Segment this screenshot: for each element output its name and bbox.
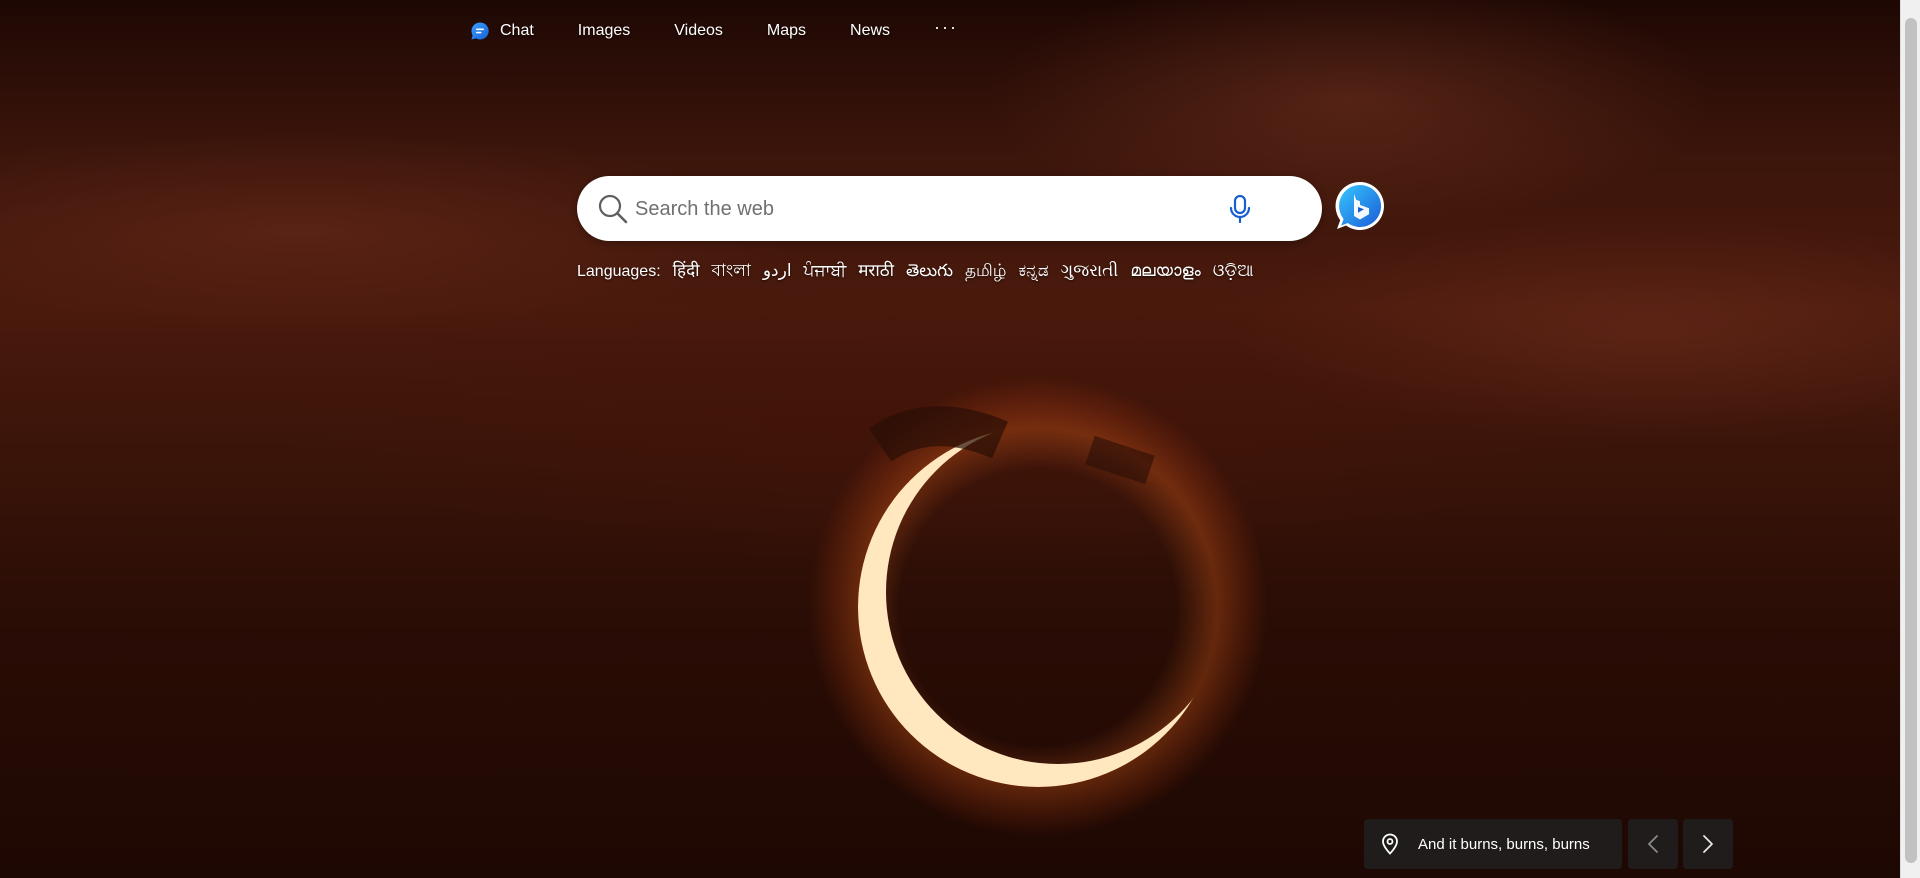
chat-bubble-icon <box>471 22 489 40</box>
image-caption-bar: And it burns, burns, burns <box>1364 819 1733 869</box>
scrollbar-thumb[interactable] <box>1905 18 1917 863</box>
language-link-odia[interactable]: ଓଡ଼ିଆ <box>1213 261 1254 281</box>
language-link-telugu[interactable]: తెలుగు <box>906 261 953 285</box>
language-link-gujarati[interactable]: ગુજરાતી <box>1061 261 1119 281</box>
nav-news[interactable]: News <box>850 22 890 40</box>
nav-news-label: News <box>850 22 891 39</box>
previous-image-button[interactable] <box>1628 819 1678 869</box>
nav-videos[interactable]: Videos <box>674 22 723 40</box>
languages-label: Languages: <box>577 263 661 280</box>
chevron-left-icon <box>1648 835 1658 853</box>
vertical-scrollbar[interactable] <box>1900 0 1920 878</box>
search-icon <box>598 194 628 224</box>
nav-images-label: Images <box>577 22 631 39</box>
language-link-punjabi[interactable]: ਪੰਜਾਬੀ <box>804 261 847 281</box>
top-navigation: Chat Images Videos Maps News ··· <box>470 17 958 44</box>
language-link-kannada[interactable]: ಕನ್ನಡ <box>1018 261 1048 281</box>
language-link-hindi[interactable]: हिंदी <box>673 258 700 281</box>
language-link-malayalam[interactable]: മലയാളം <box>1130 261 1200 281</box>
nav-chat-label: Chat <box>500 22 534 39</box>
more-options-button[interactable]: ··· <box>934 17 958 38</box>
eclipse-image <box>808 377 1268 837</box>
copilot-button[interactable] <box>1334 180 1386 232</box>
nav-maps-label: Maps <box>766 22 807 39</box>
language-link-urdu[interactable]: اردو <box>763 261 792 281</box>
language-link-marathi[interactable]: मराठी <box>858 258 894 281</box>
image-caption-text: And it burns, burns, burns <box>1418 835 1590 853</box>
search-box <box>577 176 1322 241</box>
next-image-button[interactable] <box>1683 819 1733 869</box>
nav-maps[interactable]: Maps <box>767 22 806 40</box>
language-link-tamil[interactable]: தமிழ் <box>965 261 1007 283</box>
languages-bar: Languages: हिंदी বাংলা اردو ਪੰਜਾਬੀ मराठी… <box>577 258 1266 286</box>
language-link-bangla[interactable]: বাংলা <box>712 258 751 286</box>
search-input[interactable] <box>635 190 1195 228</box>
nav-chat[interactable]: Chat <box>470 21 534 41</box>
nav-images[interactable]: Images <box>578 22 630 40</box>
location-pin-icon <box>1382 833 1398 855</box>
chevron-right-icon <box>1703 835 1713 853</box>
microphone-icon[interactable] <box>1224 193 1256 225</box>
nav-videos-label: Videos <box>674 22 723 39</box>
image-caption-button[interactable]: And it burns, burns, burns <box>1364 819 1622 869</box>
